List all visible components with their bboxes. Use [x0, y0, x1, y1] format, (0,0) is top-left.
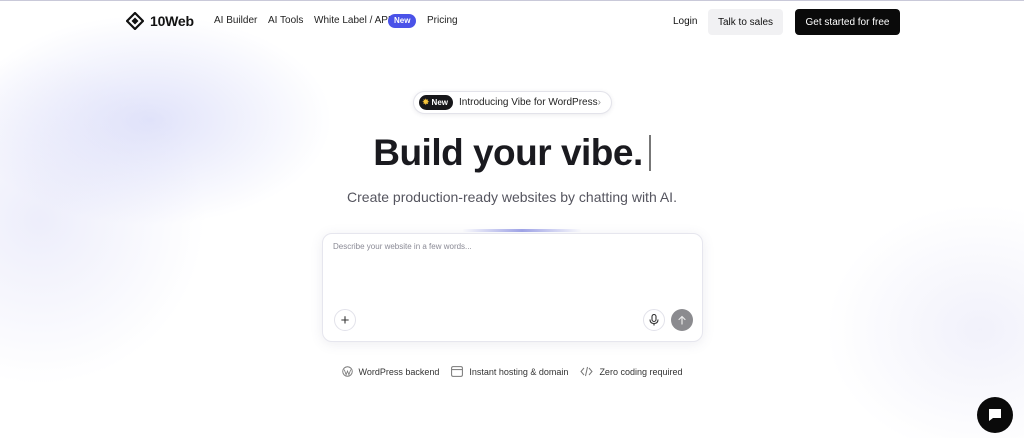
login-link[interactable]: Login — [673, 16, 697, 27]
get-started-label: Get started for free — [805, 16, 890, 28]
microphone-icon — [649, 314, 659, 326]
chat-icon — [989, 409, 1001, 421]
prompt-glow — [462, 229, 582, 232]
announcement-new-badge: ✸ New — [419, 95, 453, 110]
nav-ai-tools[interactable]: AI Tools — [268, 15, 303, 26]
nav-pricing[interactable]: Pricing — [427, 15, 458, 26]
nav-white-label-api[interactable]: White Label / API — [314, 15, 391, 26]
send-button[interactable] — [671, 309, 693, 331]
feature-item: Zero coding required — [580, 366, 683, 377]
logo-text: 10Web — [150, 13, 194, 29]
nav-ai-builder[interactable]: AI Builder — [214, 15, 257, 26]
announcement-pill[interactable]: ✸ New Introducing Vibe for WordPress › — [413, 91, 612, 114]
chat-support-button[interactable] — [977, 397, 1013, 433]
announcement-text: Introducing Vibe for WordPress — [459, 97, 598, 108]
logo[interactable]: 10Web — [126, 12, 194, 30]
logo-icon — [126, 12, 144, 30]
talk-to-sales-button[interactable]: Talk to sales — [708, 9, 783, 35]
feature-item: WordPress backend — [341, 366, 440, 377]
announcement-badge-label: New — [431, 98, 448, 107]
site-header: 10Web AI Builder AI Tools White Label / … — [0, 0, 1024, 42]
code-icon — [580, 366, 594, 377]
add-attachment-button[interactable]: + — [334, 309, 356, 331]
feature-item: Instant hosting & domain — [451, 366, 568, 377]
get-started-button[interactable]: Get started for free — [795, 9, 900, 35]
feature-label: Zero coding required — [599, 366, 683, 377]
sparkle-icon: ✸ — [422, 97, 430, 107]
website-description-input[interactable] — [333, 242, 693, 302]
text-caret — [648, 135, 651, 171]
chevron-right-icon: › — [597, 97, 601, 108]
hero-subtitle: Create production-ready websites by chat… — [347, 189, 677, 205]
hero-title-text: Build your vibe. — [373, 132, 643, 173]
prompt-box: + — [322, 233, 703, 342]
talk-to-sales-label: Talk to sales — [717, 16, 774, 28]
server-icon — [451, 366, 464, 377]
nav-new-badge: New — [388, 14, 417, 28]
feature-label: Instant hosting & domain — [469, 366, 569, 377]
voice-input-button[interactable] — [643, 309, 665, 331]
arrow-up-icon — [678, 315, 686, 325]
feature-list: WordPress backend Instant hosting & doma… — [0, 366, 1024, 377]
wordpress-icon — [341, 366, 353, 377]
feature-label: WordPress backend — [358, 366, 440, 377]
plus-icon: + — [340, 311, 350, 329]
hero-title: Build your vibe. — [0, 132, 1024, 174]
